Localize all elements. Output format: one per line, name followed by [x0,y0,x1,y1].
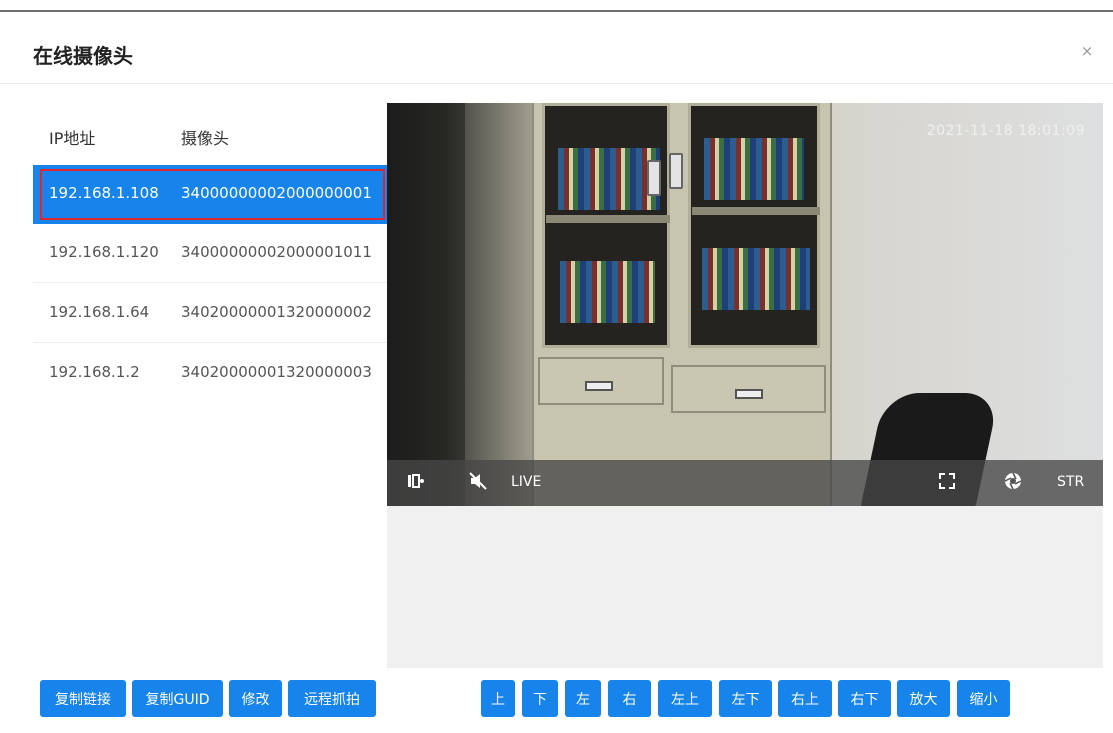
remote-snapshot-button[interactable]: 远程抓拍 [288,680,376,717]
fullscreen-icon[interactable] [938,472,956,490]
ptz-left-button[interactable]: 左 [565,680,601,717]
drawer-handle [735,389,763,399]
ptz-up-left-button[interactable]: 左上 [658,680,712,717]
video-player[interactable]: 2021-11-18 18:01:09 LIVE STR [387,103,1103,506]
ptz-down-left-button[interactable]: 左下 [719,680,772,717]
camera-ip: 192.168.1.2 [49,363,140,381]
shelf [692,207,820,215]
ptz-down-button[interactable]: 下 [522,680,558,717]
ip-column-header: IP地址 [49,129,96,148]
camera-row[interactable]: 192.168.1.120 34000000002000001011 [33,224,387,283]
camera-dialog: 在线摄像头 × IP地址 摄像头 192.168.1.108 340000000… [0,0,1113,733]
ptz-up-button[interactable]: 上 [481,680,515,717]
books-image [702,248,810,310]
camera-id: 34020000001320000003 [181,363,372,381]
camera-list: IP地址 摄像头 192.168.1.108 34000000002000000… [33,103,387,668]
copy-link-button[interactable]: 复制链接 [40,680,126,717]
camera-column-header: 摄像头 [181,129,230,148]
copy-guid-button[interactable]: 复制GUID [132,680,223,717]
ptz-down-right-button[interactable]: 右下 [838,680,891,717]
zoom-in-button[interactable]: 放大 [897,680,950,717]
edit-button[interactable]: 修改 [229,680,282,717]
drawer [671,365,826,413]
cabinet-handle [647,160,661,196]
bookcase-image [532,103,832,506]
books-image [560,261,655,323]
stream-label[interactable]: STR [1057,474,1084,490]
camera-id: 34000000002000001011 [181,243,372,261]
camera-list-header: IP地址 摄像头 [33,103,387,165]
camera-ip: 192.168.1.108 [49,184,159,202]
camera-ip: 192.168.1.120 [49,243,159,261]
camera-id: 34020000001320000002 [181,303,372,321]
camera-ip: 192.168.1.64 [49,303,150,321]
close-icon[interactable]: × [1080,44,1094,59]
dialog-header: 在线摄像头 × [0,12,1113,84]
shelf [546,215,670,223]
video-controls-bar: LIVE STR [387,460,1103,506]
camera-row-selected[interactable]: 192.168.1.108 34000000002000000001 [33,165,387,224]
video-empty-area [387,506,1103,668]
cabinet-handle [669,153,683,189]
zoom-out-button[interactable]: 缩小 [957,680,1010,717]
snapshot-icon[interactable] [1004,472,1022,490]
ptz-icon[interactable] [407,472,425,490]
books-image [704,138,804,200]
camera-id: 34000000002000000001 [181,184,372,202]
dialog-title: 在线摄像头 [33,44,133,68]
drawer [538,357,664,405]
live-label: LIVE [511,474,542,490]
books-image [558,148,660,210]
drawer-handle [585,381,613,391]
ptz-up-right-button[interactable]: 右上 [778,680,832,717]
camera-row[interactable]: 192.168.1.2 34020000001320000003 [33,344,387,403]
ptz-right-button[interactable]: 右 [608,680,651,717]
left-shadow [387,103,465,506]
camera-row[interactable]: 192.168.1.64 34020000001320000002 [33,284,387,343]
mute-icon[interactable] [469,472,487,490]
video-timestamp: 2021-11-18 18:01:09 [926,123,1085,139]
